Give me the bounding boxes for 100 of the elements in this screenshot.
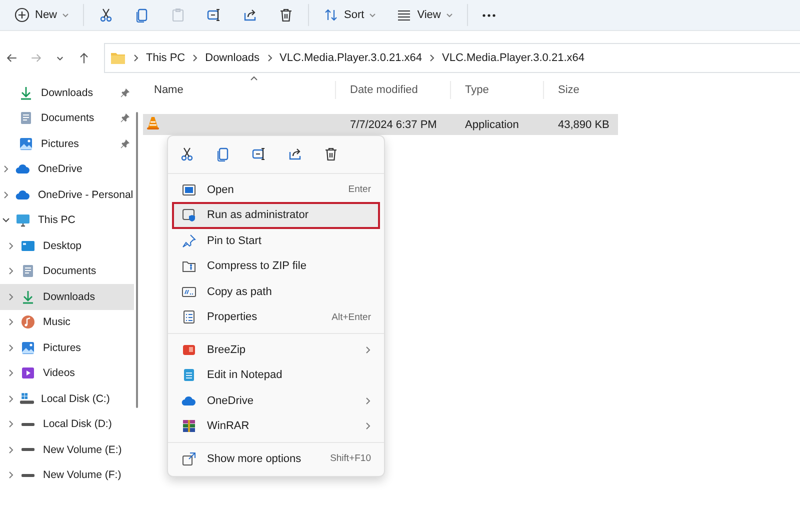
column-header[interactable]: Date modified [335, 81, 450, 99]
sort-arrows-icon [323, 7, 340, 23]
column-header[interactable]: Type [450, 81, 543, 99]
sidebar-item[interactable]: Videos [0, 360, 134, 386]
sidebar-item[interactable]: OneDrive [0, 156, 134, 182]
table-cell-text: 7/7/2024 6:37 PM [349, 118, 438, 130]
clipboard-icon [170, 7, 186, 23]
download-icon [18, 84, 34, 101]
books-icon [181, 418, 197, 434]
column-header[interactable]: Name [140, 81, 335, 99]
chevron-icon[interactable] [7, 420, 15, 428]
chevron-icon[interactable] [7, 394, 15, 403]
menu-item[interactable]: Edit in Notepad [173, 362, 379, 388]
sidebar-item[interactable]: Pictures [0, 131, 134, 156]
more-icon [482, 14, 496, 16]
drive-icon [21, 448, 35, 452]
view-button[interactable]: View [386, 2, 463, 28]
breadcrumb-item[interactable]: VLC.Media.Player.3.0.21.x64 [280, 52, 422, 64]
rename-icon [206, 7, 222, 23]
chevron-icon[interactable] [7, 471, 15, 480]
sidebar-item[interactable]: Documents [0, 258, 134, 284]
sidebar-item[interactable]: This PC [0, 208, 134, 233]
sidebar-item[interactable]: Music [0, 310, 134, 335]
shortcut-text: Enter [348, 184, 371, 196]
chevron-icon [192, 54, 198, 62]
sidebar-item[interactable]: Downloads [0, 80, 134, 106]
sort-button[interactable]: Sort [313, 2, 386, 28]
sidebar-item[interactable]: Local Disk (C:) [0, 386, 134, 412]
sidebar-item[interactable]: OneDrive - Personal [0, 182, 134, 208]
table-cell-text: Application [464, 118, 520, 130]
trash-icon [278, 7, 294, 23]
sidebar-item[interactable]: New Volume (F:) [0, 462, 134, 488]
menu-item[interactable]: Copy as path [173, 279, 379, 304]
menu-item[interactable]: Run as administrator [173, 202, 379, 228]
menu-item[interactable]: Pin to Start [173, 228, 379, 254]
notepad-icon [181, 367, 197, 384]
window-icon [181, 182, 197, 198]
breadcrumb-item[interactable]: Downloads [205, 52, 260, 64]
chevron-icon [266, 54, 273, 62]
chevron-icon[interactable] [7, 318, 15, 326]
document-icon [20, 263, 36, 280]
chevron-icon[interactable] [2, 165, 10, 174]
breadcrumb-item[interactable]: This PC [146, 52, 186, 64]
sidebar-item[interactable]: New Volume (E:) [0, 437, 134, 462]
forward-arrow-icon [29, 51, 43, 65]
pin-icon [181, 232, 197, 249]
scrollbar[interactable] [136, 112, 138, 408]
chevron-icon[interactable] [2, 190, 10, 199]
chevron-icon[interactable] [7, 267, 15, 276]
download-icon [20, 288, 36, 305]
address-bar[interactable]: This PC Downloads VLC.Media.Player.3.0.21.x64 VLC.Media.Player.3.0.21.x64 [104, 43, 800, 73]
menu-item[interactable]: Properties Alt+Enter [173, 304, 379, 330]
shortcut-text: Shift+F10 [330, 453, 371, 464]
menu-item[interactable]: Open Enter [173, 177, 379, 202]
chevron-icon[interactable] [7, 446, 15, 454]
pin-icon[interactable] [120, 138, 130, 149]
drive-icon [21, 474, 35, 477]
new-button[interactable]: New [4, 2, 80, 28]
chevron-icon[interactable] [2, 216, 10, 224]
copy-icon [215, 146, 231, 162]
breadcrumb-item[interactable]: VLC.Media.Player.3.0.21.x64 [442, 52, 585, 64]
column-header[interactable]: Size [543, 81, 603, 99]
plus-circle-icon [14, 7, 30, 23]
menu-item[interactable]: Show more options Shift+F10 [173, 446, 379, 472]
monitor-icon [15, 212, 31, 228]
file-row[interactable]: 7/7/2024 6:37 PM Application 43,890 KB [143, 114, 618, 135]
sidebar-item[interactable]: Pictures [0, 335, 134, 360]
sidebar-item[interactable]: Desktop [0, 233, 134, 258]
picture-icon [20, 340, 36, 356]
chevron-icon[interactable] [7, 242, 15, 250]
menu-item[interactable]: BreeZip [173, 337, 379, 362]
back-arrow-icon [5, 51, 19, 65]
share-icon [287, 146, 303, 162]
chevron-icon [429, 54, 436, 62]
video-icon [20, 365, 36, 382]
chevron-icon[interactable] [7, 369, 15, 378]
shield-window-icon [181, 207, 197, 224]
picture-icon [18, 136, 34, 152]
folder-icon [110, 51, 126, 65]
pin-icon[interactable] [120, 113, 130, 124]
document-icon [18, 110, 34, 126]
sidebar-item[interactable]: Downloads [0, 284, 134, 310]
trash-icon [323, 146, 339, 162]
expand-icon [181, 450, 197, 467]
menu-item[interactable]: WinRAR [173, 414, 379, 439]
sidebar-item[interactable]: Documents [0, 106, 134, 131]
chevron-icon[interactable] [7, 344, 15, 352]
sidebar-item[interactable]: Local Disk (D:) [0, 412, 134, 437]
menu-item[interactable]: Compress to ZIP file [173, 254, 379, 279]
menu-item[interactable]: OneDrive [173, 388, 379, 414]
scissors-icon [98, 7, 114, 23]
caret-icon [446, 12, 453, 18]
music-icon [20, 314, 36, 330]
caret-icon [369, 12, 376, 18]
drive-icon [20, 393, 34, 404]
pin-icon[interactable] [120, 88, 130, 98]
chevron-icon [133, 54, 139, 62]
up-arrow-icon [77, 51, 91, 65]
scissors-icon [179, 146, 195, 162]
properties-icon [181, 309, 197, 326]
